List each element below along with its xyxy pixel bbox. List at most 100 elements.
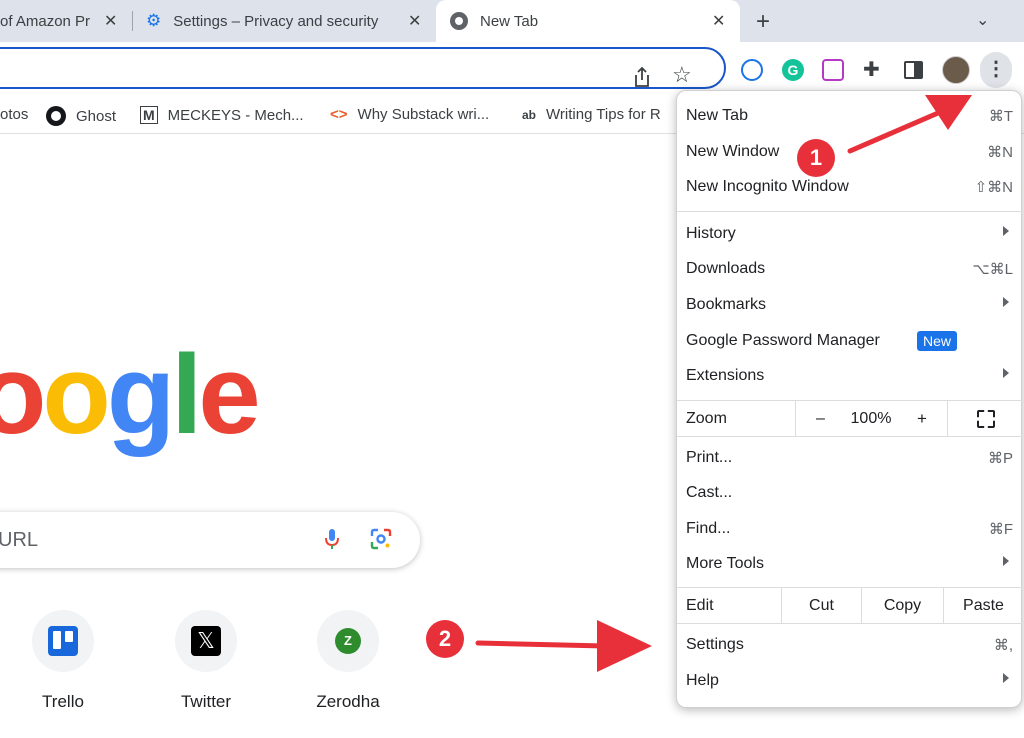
menu-item-label: Print...	[686, 449, 733, 466]
menu-item-label: Find...	[686, 520, 731, 537]
side-panel-icon[interactable]	[904, 61, 923, 79]
menu-item-bookmarks[interactable]: Bookmarks	[677, 288, 1023, 322]
cut-button[interactable]: Cut	[781, 588, 861, 623]
bookmark-item[interactable]: otos	[0, 106, 28, 123]
new-badge: New	[917, 331, 958, 351]
bookmark-item[interactable]: Ghost	[46, 106, 116, 126]
bookmark-label: MECKEYS - Mech...	[167, 106, 304, 124]
puzzle-icon[interactable]: ✚	[863, 57, 885, 81]
menu-item-help[interactable]: Help	[677, 664, 1023, 698]
menu-item-print[interactable]: Print... ⌘P	[677, 441, 1023, 475]
paste-button[interactable]: Paste	[943, 588, 1023, 623]
bookmark-label: Writing Tips for R	[546, 106, 661, 123]
step-1-badge: 1	[797, 139, 835, 177]
menu-item-shortcut: ⌘N	[987, 144, 1013, 161]
bookmark-item[interactable]: M MECKEYS - Mech...	[140, 106, 304, 124]
grammarly-icon[interactable]: G	[782, 59, 804, 81]
chevron-down-icon[interactable]: ⌄	[976, 10, 989, 30]
menu-item-cast[interactable]: Cast...	[677, 476, 1023, 510]
menu-item-shortcut: ⌥⌘L	[972, 261, 1013, 278]
tab-settings[interactable]: ⚙ Settings – Privacy and security ✕	[136, 0, 432, 42]
shortcut-tile: 𝕏	[175, 610, 237, 672]
logo-letter: o	[42, 332, 110, 457]
bookmark-label: Ghost	[76, 107, 117, 125]
zoom-row: Zoom – 100% +	[677, 400, 1023, 437]
menu-item-new-tab[interactable]: New Tab ⌘T	[677, 99, 1023, 133]
arrow-to-settings	[475, 620, 652, 672]
menu-item-label: Downloads	[686, 260, 766, 277]
lens-icon[interactable]	[370, 528, 392, 550]
shortcut-label: Twitter	[180, 692, 232, 711]
menu-item-password-manager[interactable]: Google Password Manager New	[677, 324, 1023, 358]
zoom-label: Zoom	[686, 410, 727, 427]
ab-icon: ab	[522, 107, 537, 122]
menu-item-new-incognito[interactable]: New Incognito Window ⇧⌘N	[677, 170, 1023, 204]
screenshot-extension-icon[interactable]	[822, 59, 844, 81]
menu-item-settings[interactable]: Settings ⌘,	[677, 628, 1023, 662]
menu-item-label: New Tab	[686, 107, 748, 124]
chevron-right-icon	[1003, 673, 1009, 683]
menu-item-extensions[interactable]: Extensions	[677, 359, 1023, 393]
tab-strip: of Amazon Pr ✕ ⚙ Settings – Privacy and …	[0, 0, 1024, 42]
menu-item-new-window[interactable]: New Window ⌘N	[677, 135, 1023, 169]
shortcut-twitter[interactable]: 𝕏 Twitter	[156, 610, 256, 712]
zoom-in-button[interactable]: +	[897, 401, 947, 436]
x-icon: 𝕏	[191, 626, 221, 656]
menu-item-shortcut: ⌘P	[987, 450, 1013, 467]
tab-label: New Tab	[480, 12, 539, 30]
logo-letter: e	[198, 332, 260, 457]
chrome-icon	[450, 12, 468, 30]
close-icon[interactable]: ✕	[408, 11, 421, 31]
fullscreen-icon[interactable]	[947, 401, 1023, 436]
menu-item-shortcut: ⌘T	[988, 108, 1013, 125]
chevron-right-icon	[1003, 556, 1009, 566]
shortcut-label: Zerodha	[316, 692, 380, 711]
menu-item-label: More Tools	[686, 555, 764, 572]
zoom-value: 100%	[850, 410, 892, 427]
menu-item-label: Help	[686, 672, 719, 689]
menu-item-downloads[interactable]: Downloads ⌥⌘L	[677, 252, 1023, 286]
more-menu-icon[interactable]: ⋮	[980, 52, 1012, 88]
logo-letter: o	[0, 332, 46, 457]
edit-row: Edit Cut Copy Paste	[677, 587, 1023, 624]
bookmark-item[interactable]: <> Why Substack wri...	[330, 106, 489, 123]
trello-icon	[48, 626, 78, 656]
menu-item-more-tools[interactable]: More Tools	[677, 547, 1023, 581]
ghost-icon	[46, 106, 66, 126]
address-bar[interactable]: ☆	[0, 47, 726, 89]
zerodha-icon: Z	[335, 628, 361, 654]
google-logo: oogle	[0, 330, 261, 459]
password-extension-icon[interactable]	[741, 59, 763, 81]
menu-item-label: Settings	[686, 636, 744, 653]
chrome-menu: New Tab ⌘T New Window ⌘N New Incognito W…	[676, 90, 1023, 708]
search-input[interactable]: URL	[0, 512, 420, 568]
menu-item-history[interactable]: History	[677, 217, 1023, 251]
zoom-out-button[interactable]: –	[795, 401, 845, 436]
shortcut-trello[interactable]: Trello	[13, 610, 113, 712]
share-icon[interactable]	[632, 66, 652, 88]
step-2-badge: 2	[426, 620, 464, 658]
menu-item-shortcut: ⌘F	[988, 521, 1013, 538]
menu-item-label: New Incognito Window	[686, 178, 849, 195]
new-tab-button[interactable]: +	[756, 8, 770, 36]
shortcut-tile: Z	[317, 610, 379, 672]
close-icon[interactable]: ✕	[104, 11, 117, 31]
shortcut-zerodha[interactable]: Z Zerodha	[298, 610, 398, 712]
bookmark-item[interactable]: ab Writing Tips for R	[522, 106, 661, 123]
tab-amazon[interactable]: of Amazon Pr ✕	[0, 0, 132, 42]
tab-new-tab[interactable]: New Tab ✕	[436, 0, 740, 42]
shortcut-label: Trello	[42, 692, 84, 711]
menu-item-find[interactable]: Find... ⌘F	[677, 512, 1023, 546]
chevron-right-icon	[1003, 297, 1009, 307]
microphone-icon[interactable]	[325, 528, 339, 550]
menu-item-label: Cast...	[686, 484, 733, 501]
bookmark-label: Why Substack wri...	[357, 106, 490, 123]
tab-separator	[132, 11, 133, 31]
close-icon[interactable]: ✕	[712, 11, 725, 31]
menu-item-shortcut: ⇧⌘N	[974, 179, 1013, 196]
menu-item-label: Google Password Manager	[686, 332, 880, 349]
copy-button[interactable]: Copy	[861, 588, 943, 623]
edit-label: Edit	[686, 597, 714, 614]
star-icon[interactable]: ☆	[672, 62, 692, 88]
avatar[interactable]	[942, 56, 970, 84]
